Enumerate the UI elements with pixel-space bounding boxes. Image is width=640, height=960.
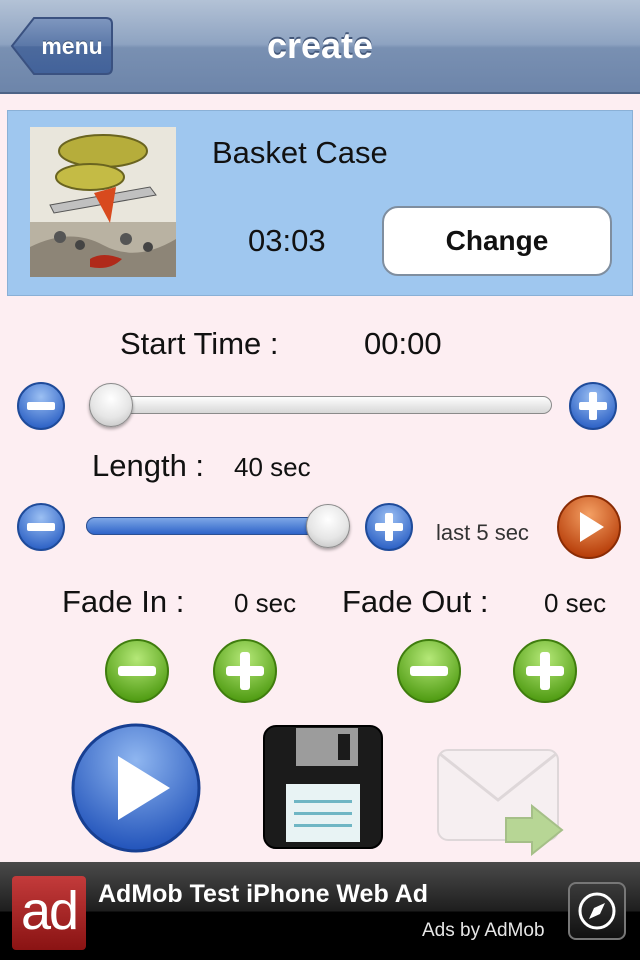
- length-minus-icon[interactable]: [16, 502, 66, 552]
- length-track-fill: [86, 517, 328, 535]
- fade-out-minus-icon[interactable]: [396, 638, 462, 704]
- start-time-label: Start Time :: [120, 326, 279, 361]
- start-time-value: 00:00: [364, 326, 442, 361]
- fade-in-minus-icon[interactable]: [104, 638, 170, 704]
- admob-logo: ad: [12, 876, 86, 950]
- fade-out-plus-icon[interactable]: [512, 638, 578, 704]
- fade-out-value: 0 sec: [544, 588, 607, 618]
- page-title: create: [266, 25, 374, 66]
- floppy-disk-icon[interactable]: [262, 724, 384, 850]
- fade-in-value: 0 sec: [234, 588, 297, 618]
- compass-icon[interactable]: [568, 882, 626, 940]
- song-title: Basket Case: [212, 135, 388, 170]
- start-time-track[interactable]: [92, 396, 552, 414]
- ad-banner[interactable]: ad AdMob Test iPhone Web Ad Ads by AdMob: [0, 862, 640, 960]
- preview-play-icon[interactable]: [556, 494, 622, 560]
- length-label: Length :: [92, 448, 205, 483]
- email-forward-icon[interactable]: [436, 748, 566, 856]
- start-plus-icon[interactable]: [568, 381, 618, 431]
- start-minus-icon[interactable]: [16, 381, 66, 431]
- fade-out-label: Fade Out :: [342, 584, 489, 619]
- menu-back-label: menu: [41, 33, 103, 59]
- album-art: [30, 127, 176, 277]
- song-panel: Basket Case 03:03 Change: [7, 110, 633, 296]
- ad-attribution: Ads by AdMob: [422, 920, 545, 941]
- length-thumb[interactable]: [306, 504, 350, 548]
- fade-in-label: Fade In :: [62, 584, 185, 619]
- song-duration: 03:03: [248, 223, 326, 258]
- play-icon[interactable]: [70, 722, 202, 854]
- fade-in-plus-icon[interactable]: [212, 638, 278, 704]
- length-plus-icon[interactable]: [364, 502, 414, 552]
- change-song-button[interactable]: Change: [382, 206, 612, 276]
- nav-bar: menu create: [0, 0, 640, 94]
- length-value: 40 sec: [234, 452, 311, 482]
- start-time-thumb[interactable]: [89, 383, 133, 427]
- last-5-sec-label: last 5 sec: [436, 520, 529, 545]
- menu-back-button[interactable]: menu: [10, 16, 114, 76]
- ad-title: AdMob Test iPhone Web Ad: [98, 880, 429, 908]
